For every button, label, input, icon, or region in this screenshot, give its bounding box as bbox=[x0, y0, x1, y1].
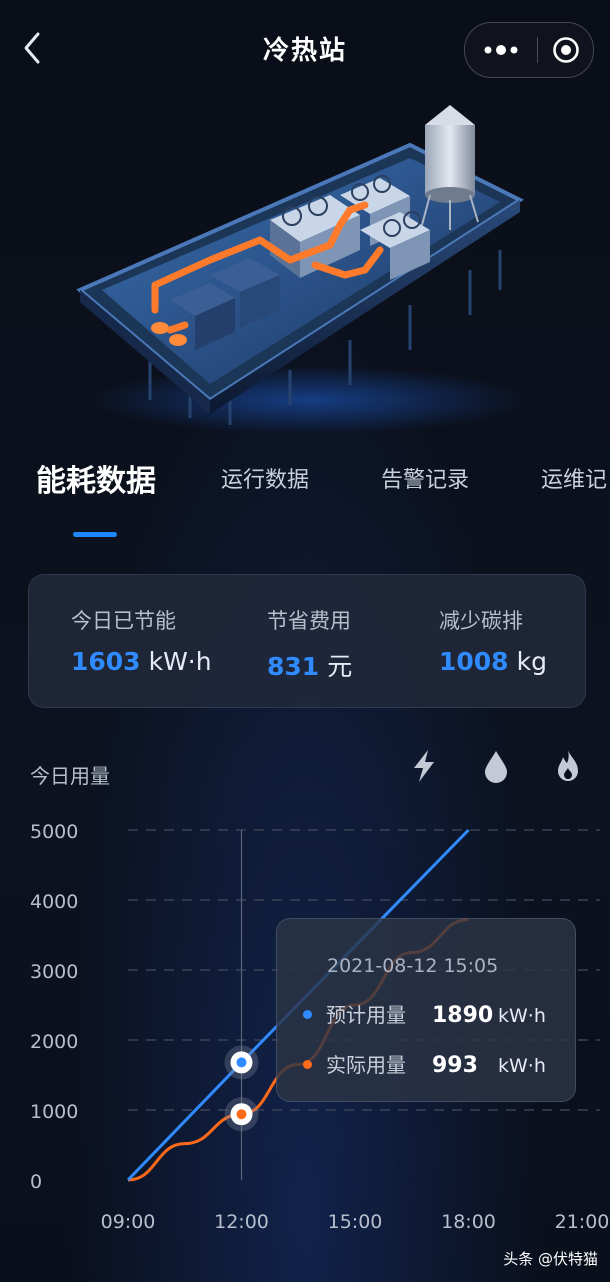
app-screen: 冷热站 能耗数据 运行数据 告警记录 运维记 今日已节能 1603 kW·h 节… bbox=[0, 0, 610, 1282]
tab-bar: 能耗数据 运行数据 告警记录 运维记 bbox=[0, 462, 610, 552]
close-mini-program-button[interactable] bbox=[538, 23, 593, 77]
tooltip-row-expected: 预计用量 1890 kW·h bbox=[303, 999, 546, 1028]
savings-summary-card: 今日已节能 1603 kW·h 节省费用 831 元 减少碳排 1008 kg bbox=[28, 574, 586, 708]
data-point-marker bbox=[236, 1109, 247, 1120]
y-tick-label: 4000 bbox=[30, 891, 78, 913]
y-tick-label: 3000 bbox=[30, 961, 78, 983]
y-tick-label: 5000 bbox=[30, 821, 78, 843]
y-tick-label: 1000 bbox=[30, 1101, 78, 1123]
tooltip-label: 预计用量 bbox=[326, 1003, 406, 1027]
tab-alarm-records[interactable]: 告警记录 bbox=[381, 462, 469, 494]
nav-bar: 冷热站 bbox=[0, 0, 610, 96]
more-button[interactable] bbox=[465, 23, 537, 77]
tooltip-row-actual: 实际用量 993 kW·h bbox=[303, 1049, 546, 1078]
tab-maintenance-records[interactable]: 运维记 bbox=[541, 462, 607, 494]
tooltip-unit: kW·h bbox=[498, 1055, 546, 1077]
y-tick-label: 2000 bbox=[30, 1031, 78, 1053]
x-tick-label: 12:00 bbox=[214, 1211, 269, 1233]
x-tick-label: 18:00 bbox=[441, 1211, 496, 1233]
stat-label: 今日已节能 bbox=[71, 609, 176, 633]
flame-icon bbox=[558, 750, 578, 781]
gas-toggle[interactable] bbox=[552, 748, 584, 784]
tab-operation-data[interactable]: 运行数据 bbox=[221, 462, 309, 494]
water-drop-icon bbox=[485, 751, 507, 783]
record-target-icon bbox=[552, 37, 579, 63]
more-dots-icon bbox=[484, 45, 518, 55]
chart-tooltip: 2021-08-12 15:05 预计用量 1890 kW·h 实际用量 993… bbox=[276, 918, 576, 1102]
usage-section-title: 今日用量 bbox=[30, 764, 110, 788]
water-toggle[interactable] bbox=[480, 748, 512, 784]
stat-unit: 元 bbox=[327, 652, 353, 681]
tooltip-label: 实际用量 bbox=[326, 1053, 406, 1077]
mini-program-capsule bbox=[464, 22, 594, 78]
series-dot-expected bbox=[303, 1010, 312, 1019]
stat-unit: kg bbox=[516, 647, 547, 676]
stat-label: 减少碳排 bbox=[439, 609, 523, 633]
tooltip-value: 993 bbox=[432, 1053, 478, 1078]
stat-value: 831 bbox=[267, 652, 320, 681]
carbon-reduced-stat: 减少碳排 1008 kg bbox=[439, 605, 547, 676]
electricity-toggle[interactable] bbox=[408, 748, 440, 784]
tab-energy-data[interactable]: 能耗数据 bbox=[36, 456, 156, 500]
stat-value: 1008 bbox=[439, 647, 509, 676]
active-tab-indicator bbox=[73, 532, 117, 537]
cost-saved-stat: 节省费用 831 元 bbox=[267, 605, 352, 683]
stat-value: 1603 bbox=[71, 647, 141, 676]
lightning-icon bbox=[414, 750, 434, 782]
plant-room-illustration bbox=[60, 100, 540, 440]
x-tick-label: 09:00 bbox=[101, 1211, 156, 1233]
data-point-marker bbox=[236, 1057, 247, 1068]
energy-saved-stat: 今日已节能 1603 kW·h bbox=[71, 605, 212, 676]
y-tick-label: 0 bbox=[30, 1171, 42, 1193]
tooltip-time: 2021-08-12 15:05 bbox=[327, 955, 499, 977]
series-dot-actual bbox=[303, 1060, 312, 1069]
tooltip-unit: kW·h bbox=[498, 1005, 546, 1027]
stat-label: 节省费用 bbox=[267, 609, 351, 633]
watermark: 头条 @伏特猫 bbox=[503, 1250, 598, 1268]
stat-unit: kW·h bbox=[148, 647, 212, 676]
tooltip-value: 1890 bbox=[432, 1003, 494, 1028]
x-tick-label: 15:00 bbox=[328, 1211, 383, 1233]
x-tick-label: 21:00 bbox=[555, 1211, 610, 1233]
